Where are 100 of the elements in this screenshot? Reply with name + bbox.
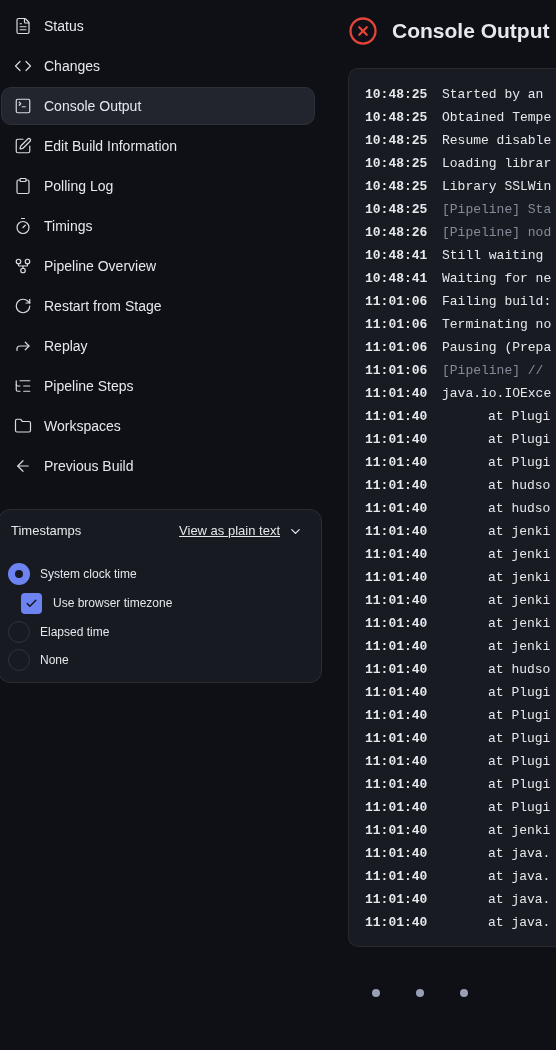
log-line: [Pipeline] //	[442, 361, 544, 380]
radio-label: System clock time	[40, 566, 137, 583]
sidebar-item[interactable]: Pipeline Steps	[1, 367, 315, 405]
timestamp: 11:01:40	[365, 430, 429, 449]
log-line: at jenki	[488, 637, 551, 656]
timestamp: 11:01:40	[365, 890, 429, 909]
sidebar-item[interactable]: Console Output	[1, 87, 315, 125]
sidebar-item[interactable]: Pipeline Overview	[1, 247, 315, 285]
timestamp: 10:48:25	[365, 108, 429, 127]
log-line: at hudso	[488, 499, 551, 518]
radio-label: None	[40, 652, 69, 669]
timestamp: 11:01:40	[365, 499, 429, 518]
failed-status-icon	[348, 16, 378, 46]
log-line: at Plugi	[488, 453, 551, 472]
log-line: Loading librar	[442, 154, 552, 173]
timestamp: 10:48:26	[365, 223, 429, 242]
log-line: Failing build:	[442, 292, 552, 311]
log-line: at Plugi	[488, 752, 551, 771]
log-line: java.io.IOExce	[442, 384, 552, 403]
timestamp: 11:01:40	[365, 821, 429, 840]
checkbox[interactable]	[21, 592, 42, 614]
sidebar-item[interactable]: Previous Build	[1, 447, 315, 485]
timestamp: 11:01:40	[365, 913, 429, 932]
log-line: Waiting for ne	[442, 269, 552, 288]
sidebar-item[interactable]: Edit Build Information	[1, 127, 315, 165]
log-line: at jenki	[488, 545, 551, 564]
timestamp: 11:01:40	[365, 706, 429, 725]
log-line: Still waiting	[442, 246, 544, 265]
timestamp: 10:48:25	[365, 200, 429, 219]
log-line: at jenki	[488, 522, 551, 541]
timestamp: 11:01:40	[365, 798, 429, 817]
log-line: at Plugi	[488, 798, 551, 817]
timestamp: 10:48:25	[365, 131, 429, 150]
timestamp: 11:01:40	[365, 591, 429, 610]
timestamp: 11:01:40	[365, 522, 429, 541]
log-line: at java.	[488, 913, 551, 932]
timestamp: 10:48:25	[365, 154, 429, 173]
log-line: at Plugi	[488, 683, 551, 702]
log-line: at Plugi	[488, 706, 551, 725]
log-line: at java.	[488, 890, 551, 909]
log-line: at jenki	[488, 568, 551, 587]
sidebar-item[interactable]: Polling Log	[1, 167, 315, 205]
log-line: at java.	[488, 867, 551, 886]
log-line: Started by an	[442, 85, 544, 104]
panel-title: Timestamps	[11, 522, 82, 541]
fork-icon	[14, 257, 32, 275]
timestamp: 10:48:41	[365, 269, 429, 288]
timestamp: 10:48:25	[365, 177, 429, 196]
timestamp: 10:48:41	[365, 246, 429, 265]
radio-label: Elapsed time	[40, 624, 110, 641]
timestamp: 11:01:40	[365, 637, 429, 656]
log-line: [Pipeline] Sta	[442, 200, 552, 219]
log-line: at Plugi	[488, 430, 551, 449]
edit-icon	[14, 137, 32, 155]
checkbox-label: Use browser timezone	[53, 595, 173, 612]
timestamp: 11:01:40	[365, 660, 429, 679]
timestamp: 11:01:40	[365, 568, 429, 587]
log-line: at Plugi	[488, 775, 551, 794]
timestamp: 11:01:06	[365, 315, 429, 334]
timestamp: 11:01:40	[365, 844, 429, 863]
timestamp: 11:01:40	[365, 683, 429, 702]
log-line: Obtained Tempe	[442, 108, 552, 127]
sidebar-item[interactable]: Timings	[1, 207, 315, 245]
timestamp: 11:01:40	[365, 752, 429, 771]
plain-text-link[interactable]: View as plain text	[179, 521, 280, 541]
log-line: Resume disable	[442, 131, 552, 150]
log-line: Pausing (Prepa	[442, 338, 552, 357]
page-title: Console Output	[392, 18, 550, 45]
stopwatch-icon	[14, 217, 32, 235]
timestamp: 11:01:06	[365, 292, 429, 311]
timestamp: 11:01:40	[365, 729, 429, 748]
log-line: at hudso	[488, 476, 551, 495]
terminal-icon	[14, 97, 32, 115]
log-line: Terminating no	[442, 315, 552, 334]
radio-button[interactable]	[8, 563, 30, 585]
timestamp: 11:01:40	[365, 384, 429, 403]
sidebar-item[interactable]: Workspaces	[1, 407, 315, 445]
timestamp: 11:01:40	[365, 867, 429, 886]
clipboard-icon	[14, 177, 32, 195]
log-line: at jenki	[488, 591, 551, 610]
sidebar-item[interactable]: Changes	[1, 47, 315, 85]
log-line: at java.	[488, 844, 551, 863]
document-icon	[14, 17, 32, 35]
timestamp: 11:01:40	[365, 453, 429, 472]
log-line: at jenki	[488, 614, 551, 633]
timestamp: 11:01:40	[365, 614, 429, 633]
timestamp: 10:48:25	[365, 85, 429, 104]
log-line: at Plugi	[488, 407, 551, 426]
folder-icon	[14, 417, 32, 435]
sidebar-item[interactable]: Status	[1, 7, 315, 45]
list-icon	[14, 377, 32, 395]
log-line: at jenki	[488, 821, 551, 840]
restart-icon	[14, 297, 32, 315]
timestamp: 11:01:40	[365, 775, 429, 794]
sidebar-item[interactable]: Restart from Stage	[1, 287, 315, 325]
log-line: at hudso	[488, 660, 551, 679]
sidebar-item[interactable]: Replay	[1, 327, 315, 365]
timestamp: 11:01:06	[365, 338, 429, 357]
log-line: [Pipeline] nod	[442, 223, 552, 242]
log-line: at Plugi	[488, 729, 551, 748]
